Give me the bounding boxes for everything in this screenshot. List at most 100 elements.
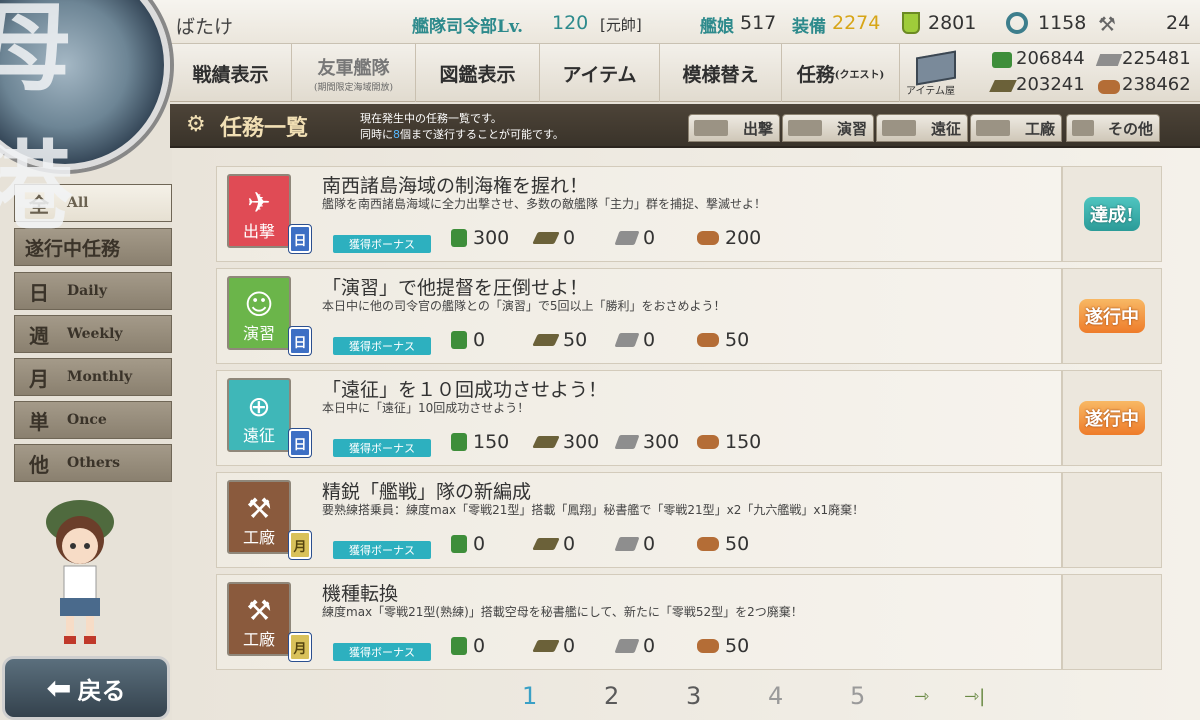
page-4[interactable]: 4 (768, 682, 783, 710)
compass-icon: ⊕ (247, 389, 271, 423)
reward-value: 0 (643, 533, 656, 555)
dev-material-icon (1006, 12, 1028, 34)
page-2[interactable]: 2 (604, 682, 619, 710)
girl-face-icon: ☺ (244, 287, 274, 321)
ammo-amount: 203241 (1016, 74, 1085, 95)
quest-category-badge: ☺ 演習 (227, 276, 291, 350)
status-complete-badge: 達成! (1084, 197, 1140, 231)
nav-battle-record[interactable]: 戦績表示 (170, 44, 292, 102)
reward-steel: 0 (614, 227, 655, 249)
filter-tab-sortie[interactable]: 出撃 (688, 114, 780, 142)
ammo-icon (532, 538, 560, 550)
quest-status-cell[interactable] (1062, 472, 1162, 568)
quest-row[interactable]: ⚒ 工廠 月 機種転換 練度max「零戦21型(熟練)」搭載空母を秘書艦にして、新… (216, 574, 1062, 670)
nav-label: アイテム (562, 63, 637, 86)
nav-items[interactable]: アイテム (540, 44, 660, 102)
filter-tab-arsenal[interactable]: 工廠 (970, 114, 1062, 142)
fuel-icon (451, 229, 467, 247)
nav-ally-fleet[interactable]: 友軍艦隊 (期間限定海域開放) (292, 44, 416, 102)
dev-material-count: 1158 (1038, 12, 1087, 34)
nav-label: 戦績表示 (192, 63, 269, 86)
arsenal-icon (976, 120, 1010, 136)
main-nav: 戦績表示 友軍艦隊 (期間限定海域開放) 図鑑表示 アイテム 模様替え 任務 (ク… (170, 44, 900, 102)
category-label: 遠征 (242, 426, 275, 445)
expedition-icon (882, 120, 916, 136)
max-quests: 8 (393, 128, 400, 141)
sidebar-kanji: 他 (29, 452, 49, 477)
sidebar-label: Daily (67, 283, 107, 299)
steel-icon (614, 537, 640, 551)
reward-bauxite: 50 (697, 533, 749, 555)
sidebar-kanji: 週 (29, 323, 49, 348)
hq-label: 艦隊司令部Lv. (412, 17, 524, 37)
equip-count: 2274 (832, 12, 881, 34)
sidebar-item-others[interactable]: 他 Others (14, 444, 172, 482)
secretary-ship-chibi (46, 500, 114, 644)
nav-encyclopedia[interactable]: 図鑑表示 (416, 44, 540, 102)
last-page-icon[interactable]: ⇾| (964, 686, 985, 707)
quest-row[interactable]: ⊕ 遠征 日 「遠征」を１０回成功させよう！ 本日中に「遠征」10回成功させよう！… (216, 370, 1062, 466)
sidebar-item-once[interactable]: 単 Once (14, 401, 172, 439)
quest-description: 艦隊を南西諸島海域に全力出撃させ、多数の敵艦隊「主力」群を捕捉、撃滅せよ！ (322, 197, 767, 211)
ammo-icon (532, 232, 560, 244)
quest-status-cell[interactable]: 達成! (1062, 166, 1162, 262)
nav-label: 友軍艦隊 (317, 57, 390, 79)
status-in-progress-badge: 遂行中 (1079, 401, 1145, 435)
quest-row[interactable]: ☺ 演習 日 「演習」で他提督を圧倒せよ！ 本日中に他の司令官の艦隊との「演習」で… (216, 268, 1062, 364)
reward-value: 150 (725, 431, 762, 453)
home-port-emblem[interactable]: 母港 (0, 0, 170, 243)
quest-category-badge: ⚒ 工廠 (227, 582, 291, 656)
frequency-badge: 月 (288, 632, 312, 662)
frequency-badge: 日 (288, 224, 312, 254)
reward-value: 300 (643, 431, 680, 453)
quest-title: 精鋭「艦戦」隊の新編成 (322, 481, 532, 503)
reward-ammo: 0 (532, 227, 575, 249)
page-5[interactable]: 5 (850, 682, 865, 710)
plane-icon: ✈ (247, 185, 271, 219)
page-1[interactable]: 1 (522, 682, 537, 710)
ships-label: 艦娘 (700, 17, 734, 37)
screw-count: 24 (1166, 12, 1191, 34)
filter-tab-expedition[interactable]: 遠征 (876, 114, 968, 142)
reward-bauxite: 150 (697, 431, 761, 453)
reward-bauxite: 50 (697, 329, 749, 351)
sidebar-label: Weekly (67, 326, 123, 342)
next-page-icon[interactable]: ⇾ (914, 686, 929, 707)
status-in-progress-badge: 遂行中 (1079, 299, 1145, 333)
nav-furniture[interactable]: 模様替え (660, 44, 782, 102)
steel-icon (614, 231, 640, 245)
steel-icon (614, 435, 640, 449)
sidebar-item-monthly[interactable]: 月 Monthly (14, 358, 172, 396)
quest-status-cell[interactable] (1062, 574, 1162, 670)
back-arrow-icon: ⬅ (46, 670, 72, 706)
bonus-label: 獲得ボーナス (333, 541, 431, 559)
nav-quests[interactable]: 任務 (クエスト) (782, 44, 900, 102)
hammer-icon: ⚒ (246, 491, 272, 525)
reward-steel: 300 (614, 431, 680, 453)
quest-row[interactable]: ⚒ 工廠 月 精鋭「艦戦」隊の新編成 要熟練搭乗員：練度max「零戦21型」搭載「… (216, 472, 1062, 568)
hammer-icon: ⚒ (246, 593, 272, 627)
filter-tab-exercise[interactable]: 演習 (782, 114, 874, 142)
sidebar-item-weekly[interactable]: 週 Weekly (14, 315, 172, 353)
quest-desc-line2: 同時に8個まで遂行することが可能です。 (360, 126, 564, 142)
quest-row[interactable]: ✈ 出撃 日 南西諸島海域の制海権を握れ！ 艦隊を南西諸島海域に全力出撃させ、多数… (216, 166, 1062, 262)
quest-status-cell[interactable]: 遂行中 (1062, 370, 1162, 466)
reward-value: 50 (725, 635, 750, 657)
reward-ammo: 0 (532, 533, 575, 555)
page-3[interactable]: 3 (686, 682, 701, 710)
back-button[interactable]: ⬅ 戻る (2, 656, 170, 720)
item-shop-button[interactable]: アイテム屋 (906, 50, 982, 98)
reward-bauxite: 50 (697, 635, 749, 657)
bauxite-icon (1098, 80, 1120, 94)
quest-status-cell[interactable]: 遂行中 (1062, 268, 1162, 364)
category-label: 工廠 (242, 528, 275, 547)
desc-text: 個まで遂行することが可能です。 (400, 128, 564, 141)
sidebar-item-daily[interactable]: 日 Daily (14, 272, 172, 310)
fuel-amount: 206844 (1016, 48, 1085, 69)
quest-category-badge: ⊕ 遠征 (227, 378, 291, 452)
filter-tab-other[interactable]: その他 (1066, 114, 1160, 142)
shop-icon (916, 50, 956, 86)
ships-count: 517 (740, 12, 777, 34)
reward-value: 150 (473, 431, 510, 453)
rank: [元帥] (600, 16, 642, 34)
